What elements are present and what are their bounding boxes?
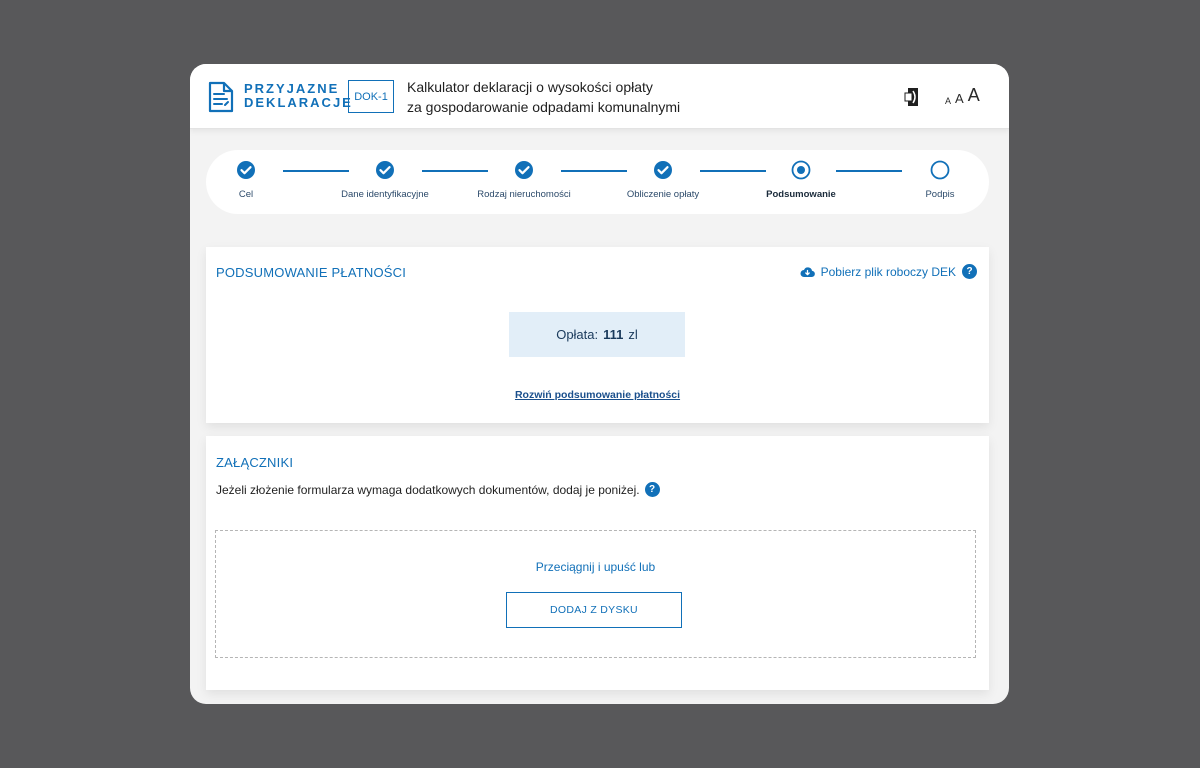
logo-line-2: DEKLARACJE <box>244 95 353 110</box>
fee-label: Opłata: <box>556 327 599 342</box>
logo-line-1: PRZYJAZNE <box>244 81 340 96</box>
font-size-medium-button[interactable]: A <box>955 91 964 106</box>
step-dane-identyfikacyjne[interactable]: Dane identyfikacyjne <box>325 160 445 200</box>
step-podsumowanie[interactable]: Podsumowanie <box>741 160 861 200</box>
help-icon[interactable]: ? <box>962 264 977 279</box>
fee-summary-box: Opłata: 111 zl <box>509 312 685 357</box>
attachments-description: Jeżeli złożenie formularza wymaga dodatk… <box>216 482 660 497</box>
step-label: Dane identyfikacyjne <box>341 189 429 200</box>
step-label: Cel <box>238 189 254 200</box>
step-podpis[interactable]: Podpis <box>880 160 1000 200</box>
header: PRZYJAZNE DEKLARACJE DOK-1 Kalkulator de… <box>190 64 1009 129</box>
step-label: Podpis <box>925 189 955 200</box>
logo-text: PRZYJAZNE DEKLARACJE <box>244 82 353 110</box>
step-rodzaj-nieruchomosci[interactable]: Rodzaj nieruchomości <box>464 160 584 200</box>
check-icon <box>515 161 533 179</box>
step-label: Podsumowanie <box>766 189 836 200</box>
step-obliczenie-oplaty[interactable]: Obliczenie opłaty <box>603 160 723 200</box>
help-icon[interactable]: ? <box>644 482 660 497</box>
attachments-title: ZAŁĄCZNIKI <box>216 455 294 470</box>
pending-step-icon <box>930 160 950 180</box>
check-icon <box>237 161 255 179</box>
step-cel[interactable]: Cel <box>190 160 306 200</box>
current-step-icon <box>791 160 811 180</box>
payment-summary-card: PODSUMOWANIE PŁATNOŚCI Pobierz plik robo… <box>206 247 989 423</box>
download-draft-link[interactable]: Pobierz plik roboczy DEK ? <box>800 264 977 279</box>
font-size-large-button[interactable]: A <box>968 85 980 106</box>
attachments-card: ZAŁĄCZNIKI Jeżeli złożenie formularza wy… <box>206 436 989 690</box>
title-line-2: za gospodarowanie odpadami komunalnymi <box>407 99 681 115</box>
app-window: PRZYJAZNE DEKLARACJE DOK-1 Kalkulator de… <box>190 64 1009 704</box>
payment-summary-title: PODSUMOWANIE PŁATNOŚCI <box>216 265 407 280</box>
expand-payment-summary-link[interactable]: Rozwiń podsumowanie płatności <box>206 389 989 401</box>
contrast-icon[interactable] <box>904 87 922 107</box>
download-draft-label: Pobierz plik roboczy DEK <box>820 264 956 279</box>
document-badge: DOK-1 <box>348 80 394 113</box>
check-icon <box>376 161 394 179</box>
title-line-1: Kalkulator deklaracji o wysokości opłaty <box>407 79 653 95</box>
add-from-disk-button[interactable]: DODAJ Z DYSKU <box>506 592 682 628</box>
fee-currency: zl <box>628 327 638 342</box>
step-label: Obliczenie opłaty <box>626 189 700 200</box>
font-size-controls: A A A <box>945 85 980 106</box>
page-title: Kalkulator deklaracji o wysokości opłaty… <box>407 77 680 117</box>
check-icon <box>654 161 672 179</box>
font-size-small-button[interactable]: A <box>945 96 951 106</box>
attachments-description-text: Jeżeli złożenie formularza wymaga dodatk… <box>216 482 640 497</box>
document-icon <box>208 81 234 113</box>
file-dropzone[interactable]: Przeciągnij i upuść lub DODAJ Z DYSKU <box>215 530 976 658</box>
step-label: Rodzaj nieruchomości <box>477 189 571 200</box>
dropzone-text: Przeciągnij i upuść lub <box>535 560 656 574</box>
fee-amount: 111 <box>603 327 624 342</box>
progress-stepper: Cel Dane identyfikacyjne Rodzaj nierucho… <box>206 150 989 214</box>
cloud-download-icon <box>800 266 815 277</box>
